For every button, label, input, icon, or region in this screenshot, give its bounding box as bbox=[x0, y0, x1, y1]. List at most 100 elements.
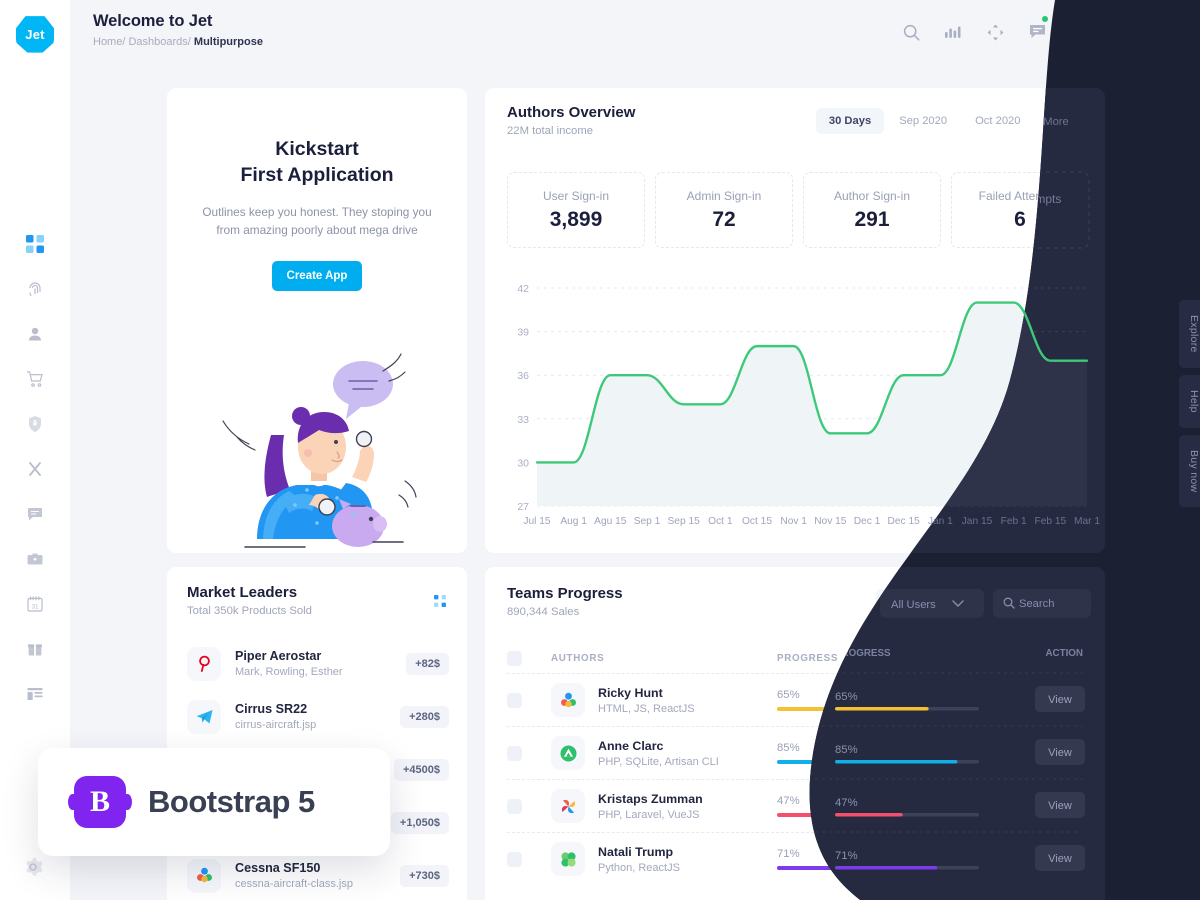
breadcrumb-home[interactable]: Home/ bbox=[93, 36, 125, 48]
teams-subtitle: 890,344 Sales bbox=[507, 606, 580, 618]
four-dots-icon[interactable] bbox=[434, 595, 447, 613]
user-filter-label: All Users bbox=[886, 597, 931, 610]
sidebar-item-messages[interactable] bbox=[22, 501, 48, 527]
row-checkbox[interactable] bbox=[507, 692, 522, 708]
page-title: Welcome to Jet bbox=[93, 12, 213, 30]
list-item[interactable]: Cirrus SR22 cirrus-aircraft.jsp +280$ bbox=[187, 690, 449, 743]
bootstrap-badge-card: B Bootstrap 5 bbox=[38, 748, 390, 856]
row-checkbox[interactable] bbox=[507, 851, 522, 867]
stat-value: 72 bbox=[712, 207, 736, 231]
progress-label: 65% bbox=[777, 689, 800, 702]
top-bar-actions bbox=[902, 15, 1186, 49]
authors-subtitle: 22M total income bbox=[507, 125, 594, 137]
svg-text:Jan 15: Jan 15 bbox=[962, 516, 993, 527]
sidebar-item-gift[interactable] bbox=[22, 636, 48, 662]
row-checkbox[interactable] bbox=[507, 745, 522, 761]
list-item-title: Cirrus SR22 bbox=[235, 702, 308, 716]
search-icon[interactable] bbox=[902, 23, 921, 42]
moon-icon[interactable] bbox=[1111, 23, 1129, 41]
progress-label: 85% bbox=[777, 742, 800, 755]
bar-chart-icon[interactable] bbox=[944, 24, 963, 41]
status-badge: +730$ bbox=[400, 864, 449, 887]
column-authors: AUTHORS bbox=[551, 652, 605, 664]
user-filter-select[interactable]: All Users bbox=[876, 589, 980, 618]
rail-tab-help[interactable]: Help bbox=[1179, 374, 1200, 428]
settings-gear-button[interactable] bbox=[22, 856, 44, 883]
chart-x-tick-labels: Jul 15 Aug 1 Agu 15 Sep 1 Sep 15 Oct 1 Oct 15 N… bbox=[523, 516, 1095, 527]
top-bar: Welcome to Jet Home/ Dashboards/ Multipu… bbox=[70, 0, 1200, 68]
search-placeholder: Search bbox=[1017, 597, 1053, 610]
kickstart-title-line1: Kickstart bbox=[275, 138, 359, 160]
row-checkbox[interactable] bbox=[507, 798, 522, 814]
brand-logo[interactable]: Jet bbox=[16, 16, 54, 53]
stat-user-signin: User Sign-in 3,899 bbox=[507, 172, 645, 248]
table-row[interactable]: Anne Clarc PHP, SQLite, Artisan CLI 85% … bbox=[507, 726, 1083, 779]
list-item-desc: cirrus-aircraft.jsp bbox=[235, 719, 317, 731]
kickstart-body: Outlines keep you honest. They stoping y… bbox=[202, 204, 432, 237]
pinwheel-icon bbox=[551, 789, 585, 823]
kickstart-title-line2: First Application bbox=[240, 164, 394, 187]
svg-text:33: 33 bbox=[517, 414, 529, 426]
list-item-desc: cessna-aircraft-class.jsp bbox=[235, 878, 353, 890]
table-row[interactable]: Kristaps Zumman PHP, Laravel, VueJS 47% … bbox=[507, 779, 1083, 832]
stat-label: Admin Sign-in bbox=[686, 188, 762, 203]
clover-icon bbox=[551, 842, 585, 876]
teams-header: Teams Progress 890,344 Sales bbox=[507, 585, 623, 618]
stat-value: 6 bbox=[1014, 207, 1026, 231]
tab-more[interactable]: More bbox=[1036, 108, 1088, 134]
tab-30-days[interactable]: 30 Days bbox=[815, 108, 885, 134]
status-badge: +1,050$ bbox=[390, 811, 449, 834]
svg-text:27: 27 bbox=[517, 501, 529, 513]
grid-icon[interactable] bbox=[1070, 23, 1088, 41]
progress-bar bbox=[777, 813, 959, 817]
progress-bar bbox=[777, 866, 959, 870]
tab-sep-2020[interactable]: Sep 2020 bbox=[886, 108, 960, 134]
sidebar-item-security[interactable] bbox=[22, 411, 48, 437]
breadcrumb-dashboards[interactable]: Dashboards/ bbox=[128, 36, 190, 48]
view-button[interactable]: View bbox=[1033, 846, 1083, 872]
market-header: Market Leaders Total 350k Products Sold bbox=[187, 584, 312, 617]
sidebar-item-profile[interactable] bbox=[22, 321, 48, 347]
sidebar-item-layouts[interactable] bbox=[22, 681, 48, 707]
list-item[interactable]: Cessna SF150 cessna-aircraft-class.jsp +… bbox=[187, 849, 449, 900]
status-badge: +4500$ bbox=[393, 758, 449, 781]
sidebar-item-ecommerce[interactable] bbox=[22, 366, 48, 392]
author-skills: PHP, Laravel, VueJS bbox=[598, 808, 700, 821]
breadcrumb-current: Multipurpose bbox=[193, 36, 263, 48]
table-row[interactable]: Natali Trump Python, ReactJS 71% View bbox=[507, 832, 1083, 885]
list-item[interactable]: Piper Aerostar Mark, Rowling, Esther +82… bbox=[187, 637, 449, 690]
chat-icon[interactable] bbox=[1028, 16, 1048, 41]
sidebar-item-fingerprint[interactable] bbox=[22, 276, 48, 302]
sidebar-item-tools[interactable] bbox=[22, 456, 48, 482]
view-button[interactable]: View bbox=[1033, 793, 1083, 819]
avatar[interactable] bbox=[1152, 15, 1186, 49]
authors-title: Authors Overview bbox=[507, 104, 636, 121]
authors-overview-card: Authors Overview 22M total income 30 Day… bbox=[485, 88, 1105, 553]
stat-value: 291 bbox=[854, 207, 890, 231]
progress-label: 71% bbox=[777, 848, 800, 861]
view-button[interactable]: View bbox=[1033, 687, 1083, 713]
sidebar-item-dashboard[interactable] bbox=[22, 231, 48, 257]
tab-oct-2020[interactable]: Oct 2020 bbox=[962, 108, 1033, 134]
select-all-checkbox[interactable] bbox=[507, 650, 551, 666]
table-row[interactable]: Ricky Hunt HTML, JS, ReactJS 65% View bbox=[507, 673, 1083, 726]
rail-tab-explore[interactable]: Explore bbox=[1179, 300, 1200, 368]
svg-text:36: 36 bbox=[517, 370, 529, 382]
svg-text:Jul 15: Jul 15 bbox=[523, 516, 551, 527]
sidebar-item-projects[interactable] bbox=[22, 546, 48, 572]
rail-tab-buy-now[interactable]: Buy now bbox=[1179, 434, 1200, 507]
create-app-button[interactable]: Create App bbox=[272, 261, 362, 292]
kickstart-title: Kickstart First Application bbox=[167, 136, 467, 189]
sidebar-nav: 31 bbox=[22, 231, 48, 707]
four-dots-icon[interactable] bbox=[986, 23, 1005, 42]
telegram-icon bbox=[187, 699, 221, 734]
sidebar-item-calendar[interactable]: 31 bbox=[22, 591, 48, 617]
author-name: Ricky Hunt bbox=[598, 685, 663, 700]
svg-text:Feb 15: Feb 15 bbox=[1034, 516, 1066, 527]
bootstrap-badge-label: Bootstrap 5 bbox=[148, 784, 315, 819]
authors-area-chart: 27 30 33 36 39 42 Jul 15 Aug 1 Agu 15 Sep 1 Sep 1… bbox=[517, 283, 1095, 527]
authors-stats: User Sign-in 3,899 Admin Sign-in 72 Auth… bbox=[507, 172, 1089, 248]
stat-label: Author Sign-in bbox=[833, 188, 911, 203]
view-button[interactable]: View bbox=[1033, 740, 1083, 766]
search-input[interactable]: Search bbox=[989, 589, 1087, 618]
